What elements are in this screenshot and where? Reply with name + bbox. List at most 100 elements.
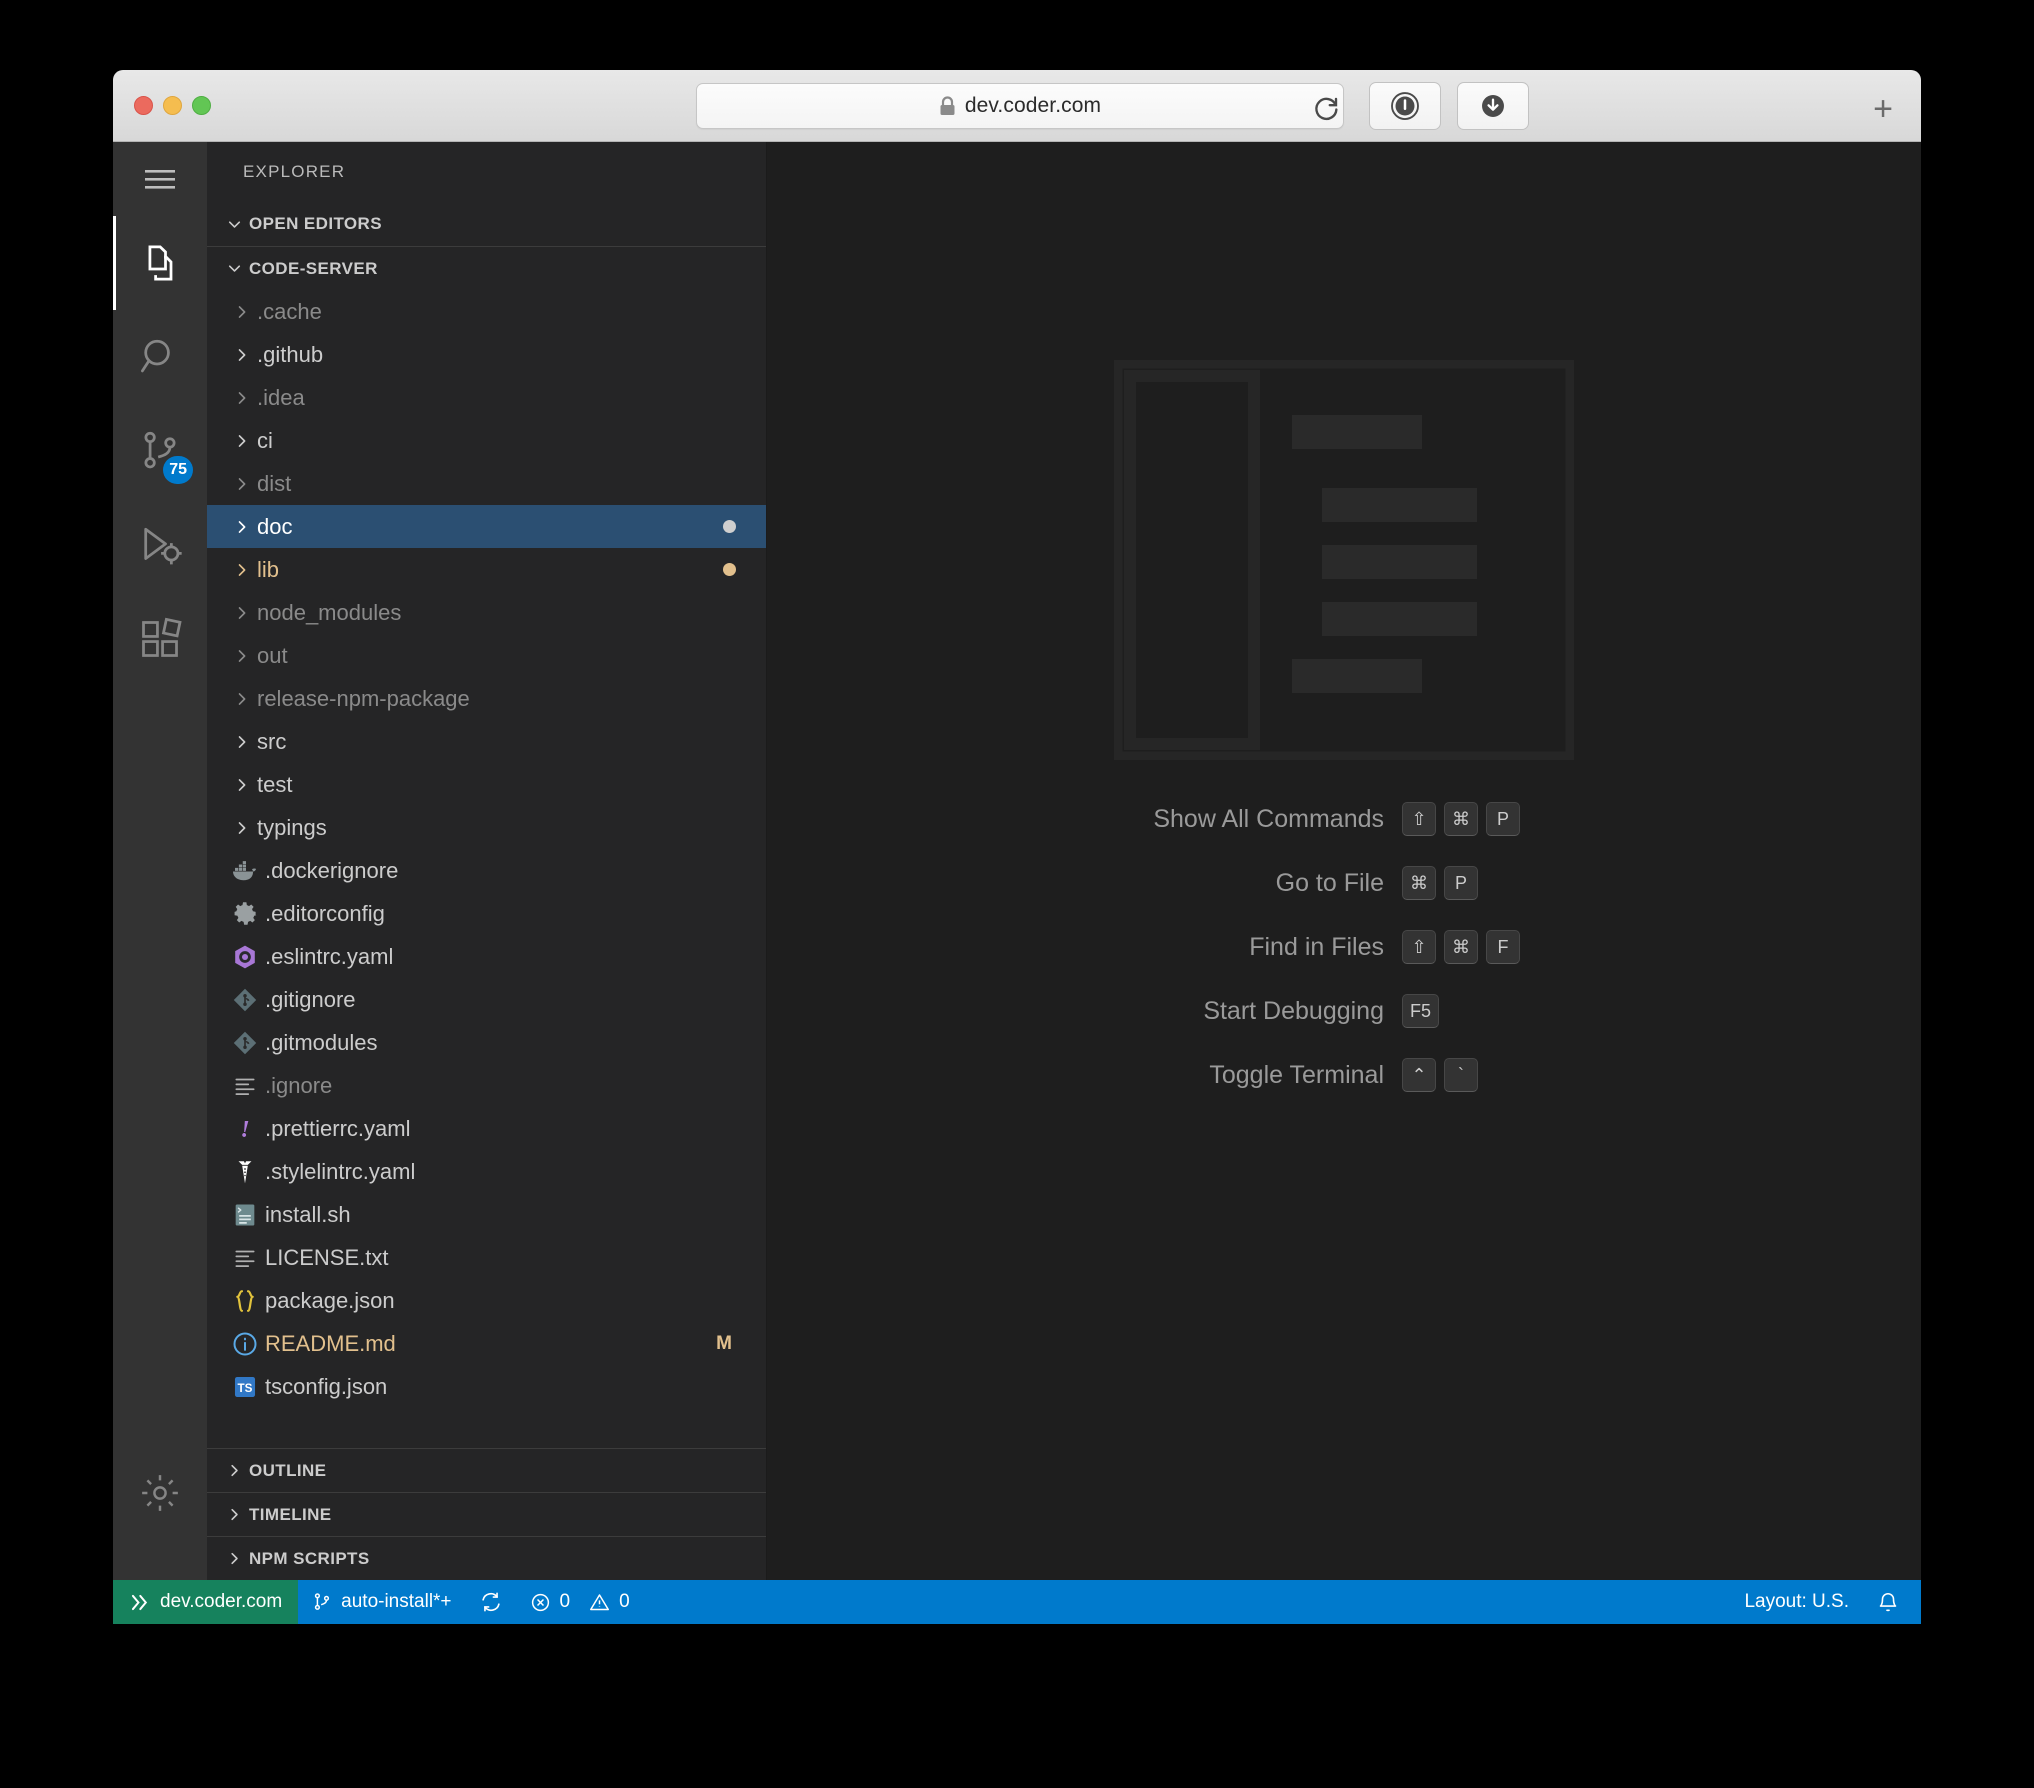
menu-button[interactable] — [113, 142, 207, 216]
shortcut-key: F — [1486, 930, 1520, 964]
vscode-watermark-icon — [1114, 360, 1574, 760]
status-branch[interactable]: auto-install*+ — [298, 1580, 465, 1624]
chevron-right-icon — [219, 1506, 249, 1523]
section-code-server[interactable]: CODE-SERVER — [207, 246, 766, 290]
tree-folder-row[interactable]: typings — [207, 806, 766, 849]
tree-folder-row[interactable]: dist — [207, 462, 766, 505]
tree-folder-row[interactable]: .cache — [207, 290, 766, 333]
git-icon — [231, 1029, 259, 1057]
sidebar-item-source-control[interactable]: 75 — [113, 404, 207, 498]
tree-item-label: lib — [257, 556, 280, 582]
tree-item-label: .ignore — [265, 1072, 333, 1098]
tree-folder-row[interactable]: doc — [207, 505, 766, 548]
tree-item-label: test — [257, 771, 293, 797]
status-notifications-button[interactable] — [1863, 1580, 1921, 1624]
traffic-lights — [134, 96, 211, 115]
tree-item-label: .eslintrc.yaml — [265, 943, 394, 969]
tree-item-label: out — [257, 642, 288, 668]
tree-file-row[interactable]: .eslintrc.yaml — [207, 935, 766, 978]
sidebar-item-extensions[interactable] — [113, 592, 207, 686]
tree-folder-row[interactable]: node_modules — [207, 591, 766, 634]
tree-file-row[interactable]: .gitignore — [207, 978, 766, 1021]
source-control-badge: 75 — [163, 456, 193, 484]
file-icon-wrapper — [227, 900, 263, 927]
text-lines-icon — [232, 1245, 258, 1271]
run-debug-icon — [144, 527, 182, 565]
file-icon-wrapper: ! — [227, 1115, 263, 1143]
chevron-right-icon — [227, 647, 257, 665]
tree-item-label: typings — [257, 814, 327, 840]
section-outline[interactable]: OUTLINE — [207, 1448, 766, 1492]
status-sync-button[interactable] — [466, 1580, 516, 1624]
tree-file-row[interactable]: install.sh — [207, 1193, 766, 1236]
tree-file-row[interactable]: .ignore — [207, 1064, 766, 1107]
docker-icon — [230, 856, 260, 886]
sync-icon — [481, 1592, 500, 1612]
tree-folder-row[interactable]: src — [207, 720, 766, 763]
status-remote-host[interactable]: dev.coder.com — [113, 1580, 299, 1624]
shortcut-label: Go to File — [1275, 868, 1384, 897]
tree-folder-row[interactable]: ci — [207, 419, 766, 462]
tree-file-row[interactable]: package.json — [207, 1279, 766, 1322]
shortcut-key: ⌘ — [1444, 802, 1478, 836]
tree-file-row[interactable]: .editorconfig — [207, 892, 766, 935]
file-icon-wrapper — [227, 986, 263, 1014]
section-open-editors[interactable]: OPEN EDITORS — [207, 202, 766, 246]
tree-item-label: dist — [257, 470, 292, 496]
status-errors-count: 0 — [559, 1591, 571, 1612]
shortcut-key: P — [1444, 866, 1478, 900]
tree-folder-row[interactable]: lib — [207, 548, 766, 591]
status-problems[interactable]: 0 0 — [516, 1580, 644, 1624]
tree-file-row[interactable]: TS tsconfig.json — [207, 1365, 766, 1408]
sidebar-item-search[interactable] — [113, 310, 207, 404]
tree-folder-row[interactable]: test — [207, 763, 766, 806]
status-keyboard-layout[interactable]: Layout: U.S. — [1730, 1580, 1863, 1624]
tree-item-label: tsconfig.json — [265, 1373, 388, 1399]
file-icon-wrapper — [227, 856, 263, 886]
tree-folder-row[interactable]: .github — [207, 333, 766, 376]
shortcut-key: ⇧ — [1402, 930, 1436, 964]
tree-file-row[interactable]: .gitmodules — [207, 1021, 766, 1064]
tree-file-row[interactable]: README.md M — [207, 1322, 766, 1365]
sidebar-item-explorer[interactable] — [113, 216, 207, 310]
address-bar[interactable]: dev.coder.com — [696, 83, 1344, 129]
status-branch-label: auto-install*+ — [341, 1591, 452, 1612]
tree-folder-row[interactable]: .idea — [207, 376, 766, 419]
new-tab-button[interactable]: + — [1873, 92, 1893, 126]
search-icon — [141, 339, 170, 373]
stylelint-icon — [232, 1158, 258, 1186]
shortcut-label: Toggle Terminal — [1209, 1060, 1384, 1089]
sidebar-title: EXPLORER — [243, 162, 346, 181]
error-icon — [531, 1593, 549, 1611]
tree-item-label: package.json — [265, 1287, 395, 1313]
section-timeline[interactable]: TIMELINE — [207, 1492, 766, 1536]
section-label: OPEN EDITORS — [249, 214, 382, 233]
tree-item-label: .idea — [257, 384, 305, 410]
tree-folder-row[interactable]: release-npm-package — [207, 677, 766, 720]
info-icon — [231, 1330, 259, 1358]
tree-folder-row[interactable]: out — [207, 634, 766, 677]
shortcut-key: P — [1486, 802, 1520, 836]
file-icon-wrapper — [227, 1330, 263, 1358]
status-warnings-count: 0 — [619, 1591, 630, 1612]
shortcut-keys: ⌃ ` — [1402, 1058, 1478, 1092]
reload-button[interactable] — [1311, 92, 1341, 122]
tree-file-row[interactable]: ! .prettierrc.yaml — [207, 1107, 766, 1150]
file-icon-wrapper — [227, 1073, 263, 1099]
tree-file-row[interactable]: LICENSE.txt — [207, 1236, 766, 1279]
tree-file-row[interactable]: .stylelintrc.yaml — [207, 1150, 766, 1193]
sidebar-item-run-debug[interactable] — [113, 498, 207, 592]
close-button[interactable] — [134, 96, 153, 115]
onepassword-button[interactable] — [1369, 82, 1441, 130]
tree-file-row[interactable]: .dockerignore — [207, 849, 766, 892]
shortcut-row: Find in Files ⇧ ⌘ F — [984, 915, 1704, 979]
manage-settings-button[interactable] — [113, 1446, 207, 1540]
zoom-button[interactable] — [192, 96, 211, 115]
minimize-button[interactable] — [163, 96, 182, 115]
chevron-right-icon — [227, 690, 257, 708]
section-npm-scripts[interactable]: NPM SCRIPTS — [207, 1536, 766, 1580]
shortcut-key: ⌘ — [1444, 930, 1478, 964]
downloads-button[interactable] — [1457, 82, 1529, 130]
eslint-icon — [231, 943, 259, 971]
chevron-right-icon — [227, 776, 257, 794]
